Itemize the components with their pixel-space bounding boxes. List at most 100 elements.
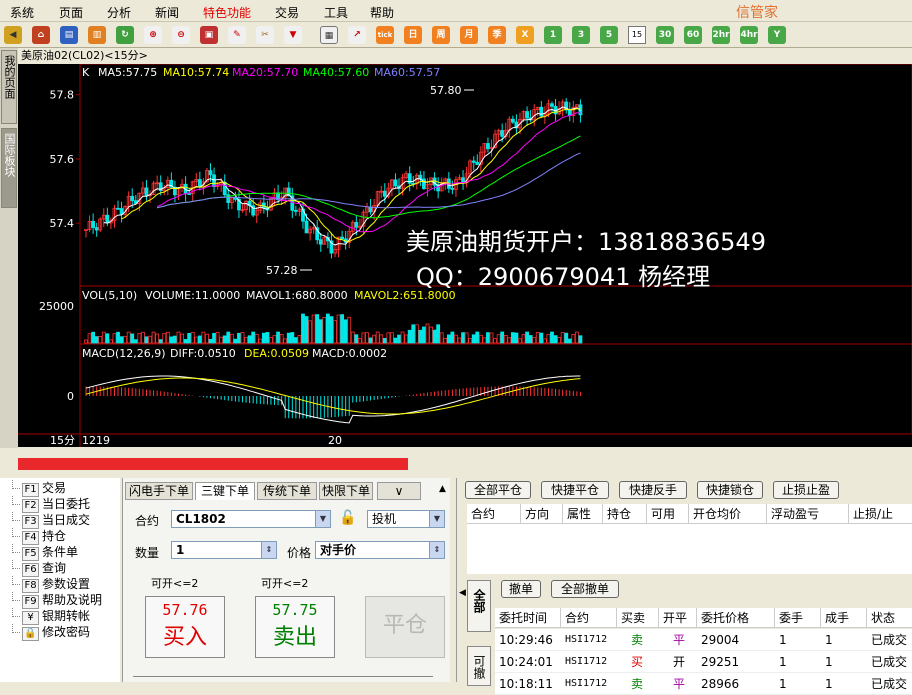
positions-col-0[interactable]: 合约 — [467, 504, 521, 524]
function-item-2[interactable]: F3 当日成交 — [12, 512, 90, 529]
tool-icon[interactable]: ✂ — [256, 26, 274, 44]
menu-item-0[interactable]: 系统 — [10, 4, 34, 21]
scroll-up-icon[interactable]: ▲ — [439, 484, 446, 494]
menu-item-2[interactable]: 分析 — [107, 4, 131, 21]
menu-item-1[interactable]: 页面 — [59, 4, 83, 21]
grid-icon[interactable]: ▦ — [320, 26, 338, 44]
positions-button-1[interactable]: 快捷平仓 — [541, 481, 609, 499]
orders-button-0[interactable]: 撤单 — [501, 580, 541, 598]
zoom-in-icon[interactable]: ⊕ — [144, 26, 162, 44]
positions-button-3[interactable]: 快捷锁仓 — [697, 481, 763, 499]
period-button-8[interactable]: 15 — [628, 26, 646, 44]
stepper-icon[interactable]: ⇕ — [261, 542, 276, 558]
window-icon[interactable]: ▣ — [200, 26, 218, 44]
table-row[interactable]: 10:18:11 HSI1712 卖 平 28966 1 1 已成交 — [495, 673, 912, 695]
close-position-button[interactable]: 平仓 — [365, 596, 445, 658]
positions-col-1[interactable]: 方向 — [521, 504, 563, 524]
positions-button-4[interactable]: 止损止盈 — [773, 481, 839, 499]
period-button-1[interactable]: 周 — [432, 26, 450, 44]
orders-col-5[interactable]: 委手 — [775, 608, 821, 628]
menu-item-5[interactable]: 交易 — [275, 4, 299, 21]
volume-bar — [290, 332, 295, 344]
filter-icon[interactable]: ▼ — [284, 26, 302, 44]
orders-col-2[interactable]: 买卖 — [617, 608, 659, 628]
pen-icon[interactable]: ✎ — [228, 26, 246, 44]
buy-button[interactable]: 57.76 买入 — [145, 596, 225, 658]
lock-icon[interactable]: 🔓 — [339, 510, 356, 526]
period-button-5[interactable]: 1 — [544, 26, 562, 44]
sell-button[interactable]: 57.75 卖出 — [255, 596, 335, 658]
menu-item-4[interactable]: 特色功能 — [203, 4, 251, 21]
sell-available: 可开<=2 — [261, 577, 309, 590]
orders-col-1[interactable]: 合约 — [561, 608, 617, 628]
orders-col-4[interactable]: 委托价格 — [697, 608, 775, 628]
period-button-0[interactable]: 日 — [404, 26, 422, 44]
tab-flash-order[interactable]: 闪电手下单 — [125, 482, 193, 500]
chart-line-icon[interactable]: ↗ — [348, 26, 366, 44]
speculate-select[interactable]: 投机 ▼ — [367, 510, 445, 528]
tab-intl-board[interactable]: 国际板块 — [1, 128, 17, 208]
back-icon[interactable]: ◀ — [4, 26, 22, 44]
period-button-9[interactable]: 30 — [656, 26, 674, 44]
function-item-9[interactable]: 🔒 修改密码 — [12, 624, 90, 641]
function-item-1[interactable]: F2 当日委托 — [12, 496, 90, 513]
function-item-4[interactable]: F5 条件单 — [12, 544, 78, 561]
function-item-7[interactable]: F9 帮助及说明 — [12, 592, 102, 609]
period-button-10[interactable]: 60 — [684, 26, 702, 44]
function-item-5[interactable]: F6 查询 — [12, 560, 66, 577]
detail-icon[interactable]: ▥ — [88, 26, 106, 44]
tab-more[interactable]: ∨ — [377, 482, 421, 500]
period-button-12[interactable]: 4hr — [740, 26, 758, 44]
period-button-3[interactable]: 季 — [488, 26, 506, 44]
menu-item-3[interactable]: 新闻 — [155, 4, 179, 21]
period-button-2[interactable]: 月 — [460, 26, 478, 44]
period-button-4[interactable]: X — [516, 26, 534, 44]
tab-three-key-order[interactable]: 三键下单 — [195, 482, 255, 500]
function-item-8[interactable]: ¥ 银期转帐 — [12, 608, 90, 625]
orders-col-0[interactable]: 委托时间 — [495, 608, 561, 628]
positions-col-5[interactable]: 开仓均价 — [689, 504, 767, 524]
menu-item-6[interactable]: 工具 — [324, 4, 348, 21]
qty-stepper[interactable]: 1 ⇕ — [171, 541, 277, 559]
orders-col-6[interactable]: 成手 — [821, 608, 867, 628]
stepper-icon[interactable]: ⇕ — [429, 542, 444, 558]
tick-icon[interactable]: tick — [376, 26, 394, 44]
price-stepper[interactable]: 对手价 ⇕ — [315, 541, 445, 559]
positions-col-3[interactable]: 持仓 — [603, 504, 647, 524]
home-icon[interactable]: ⌂ — [32, 26, 50, 44]
menu-item-7[interactable]: 帮助 — [370, 4, 394, 21]
zoom-out-icon[interactable]: ⊖ — [172, 26, 190, 44]
tab-my-page[interactable]: 我的页面 — [1, 50, 17, 124]
function-item-0[interactable]: F1 交易 — [12, 480, 66, 497]
kline-chart[interactable]: 57.8 57.6 57.4 K MA5:57.75 MA10:57.74 MA20:57.… — [18, 64, 912, 447]
contract-select[interactable]: CL1802 ▼ — [171, 510, 331, 528]
function-item-3[interactable]: F4 持仓 — [12, 528, 66, 545]
function-item-6[interactable]: F8 参数设置 — [12, 576, 90, 593]
positions-button-2[interactable]: 快捷反手 — [619, 481, 687, 499]
volume-bar — [258, 338, 263, 344]
positions-col-4[interactable]: 可用 — [647, 504, 689, 524]
quote-icon[interactable]: ▤ — [60, 26, 78, 44]
period-button-6[interactable]: 3 — [572, 26, 590, 44]
refresh-icon[interactable]: ↻ — [116, 26, 134, 44]
orders-col-7[interactable]: 状态 — [867, 608, 912, 628]
period-button-7[interactable]: 5 — [600, 26, 618, 44]
chart-area[interactable]: 美原油02(CL02)<15分> 57.8 57.6 57.4 K MA5:57.75 M… — [18, 48, 912, 447]
table-row[interactable]: 10:24:01 HSI1712 买 开 29251 1 1 已成交 — [495, 651, 912, 673]
vol-tick: 25000 — [39, 300, 74, 313]
period-button-11[interactable]: 2hr — [712, 26, 730, 44]
positions-col-2[interactable]: 属性 — [563, 504, 603, 524]
positions-col-7[interactable]: 止损/止 — [849, 504, 912, 524]
tab-cancelable-orders[interactable]: 可撤 — [467, 646, 491, 686]
positions-col-6[interactable]: 浮动盈亏 — [767, 504, 849, 524]
orders-button-1[interactable]: 全部撤单 — [551, 580, 619, 598]
orders-col-3[interactable]: 开平 — [659, 608, 697, 628]
period-button-13[interactable]: Y — [768, 26, 786, 44]
volume-bar — [311, 314, 316, 344]
table-row[interactable]: 10:29:46 HSI1712 卖 平 29004 1 1 已成交 — [495, 629, 912, 651]
positions-button-0[interactable]: 全部平仓 — [465, 481, 531, 499]
collapse-icon[interactable]: ◀ — [459, 578, 467, 608]
tab-all-orders[interactable]: 全部 — [467, 580, 491, 632]
tab-limit-order[interactable]: 快限下单 — [319, 482, 373, 500]
tab-traditional-order[interactable]: 传统下单 — [257, 482, 317, 500]
